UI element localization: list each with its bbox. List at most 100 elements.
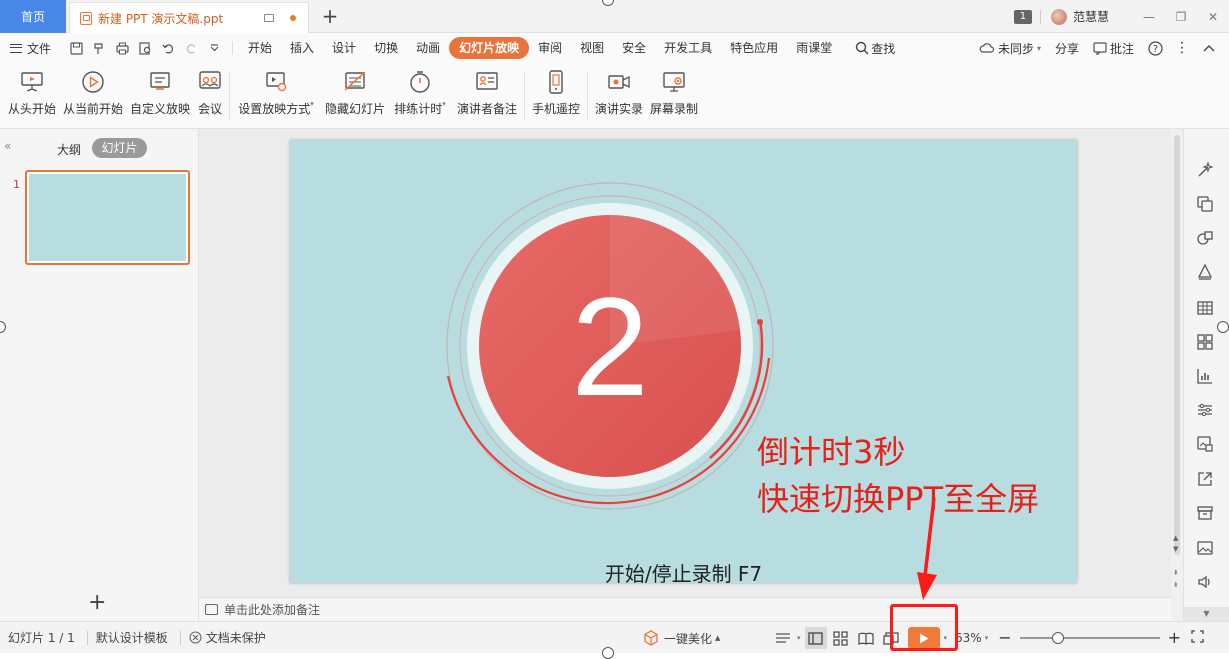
undo-icon[interactable] bbox=[162, 42, 175, 55]
minimize-button[interactable]: — bbox=[1133, 10, 1165, 24]
picture-icon[interactable] bbox=[1196, 539, 1214, 557]
tab-document[interactable]: 新建 PPT 演示文稿.ppt bbox=[69, 2, 309, 33]
chevron-down-icon[interactable]: ▾ bbox=[985, 634, 989, 642]
print-icon[interactable] bbox=[116, 42, 129, 55]
zoom-slider[interactable] bbox=[1019, 632, 1160, 644]
avatar[interactable] bbox=[1050, 8, 1067, 25]
design-template[interactable]: 默认设计模板 bbox=[96, 629, 168, 646]
monitor-icon[interactable] bbox=[264, 14, 274, 22]
notes-pane[interactable]: 单击此处添加备注 bbox=[199, 597, 1171, 621]
shield-x-icon bbox=[189, 631, 202, 644]
chart-icon[interactable] bbox=[1196, 367, 1214, 385]
window-count-badge[interactable]: 1 bbox=[1013, 9, 1032, 24]
protection-status[interactable]: 文档未保护 bbox=[189, 629, 266, 646]
menu-insert[interactable]: 插入 bbox=[281, 37, 323, 59]
projector-icon bbox=[21, 72, 43, 92]
slideshow-settings-button[interactable]: 设置放映方式▾ bbox=[236, 67, 316, 123]
fill-icon[interactable] bbox=[1196, 263, 1214, 281]
collapse-panel-icon[interactable]: « bbox=[4, 139, 11, 153]
sync-status[interactable]: 未同步 ▾ bbox=[979, 40, 1041, 57]
sidebar-expand-icon[interactable]: ▼ bbox=[1184, 607, 1229, 621]
format-painter-icon[interactable] bbox=[93, 42, 106, 55]
phone-remote-button[interactable]: 手机遥控 bbox=[531, 67, 581, 123]
menu-review[interactable]: 审阅 bbox=[529, 37, 571, 59]
user-name[interactable]: 范慧慧 bbox=[1073, 8, 1109, 25]
scroll-down-arrow-icon[interactable]: ▼ bbox=[1173, 545, 1178, 553]
slide-thumbnail-preview bbox=[29, 174, 186, 261]
speaker-notes-button[interactable]: 演讲者备注 bbox=[456, 67, 518, 123]
screen-record-button[interactable]: 屏幕录制 bbox=[649, 67, 699, 123]
slide-sorter-icon[interactable] bbox=[830, 627, 852, 649]
slide-panel: « 大纲 幻灯片 1 + bbox=[0, 129, 199, 621]
menu-design[interactable]: 设计 bbox=[323, 37, 365, 59]
copy-layout-icon[interactable] bbox=[1196, 195, 1214, 213]
menu-security[interactable]: 安全 bbox=[613, 37, 655, 59]
more-icon[interactable]: ⋮ bbox=[1175, 40, 1189, 56]
normal-view-icon[interactable] bbox=[804, 627, 827, 649]
comment-icon bbox=[1093, 41, 1107, 55]
image-gallery-icon[interactable] bbox=[1196, 435, 1214, 453]
resize-handle-right[interactable] bbox=[1217, 321, 1229, 333]
magic-wand-icon[interactable] bbox=[1196, 161, 1214, 179]
chevron-down-icon[interactable]: ▾ bbox=[797, 634, 801, 642]
menu-developer[interactable]: 开发工具 bbox=[655, 37, 721, 59]
zoom-level[interactable]: 63% bbox=[955, 631, 982, 645]
redo-icon[interactable] bbox=[185, 42, 198, 55]
tab-home[interactable]: 首页 bbox=[0, 0, 66, 33]
archive-icon[interactable] bbox=[1196, 504, 1214, 522]
zoom-out-button[interactable]: − bbox=[998, 630, 1011, 646]
sliders-icon[interactable] bbox=[1196, 401, 1214, 419]
rehearse-timing-button[interactable]: 排练计时▾ bbox=[392, 67, 448, 123]
menu-view[interactable]: 视图 bbox=[571, 37, 613, 59]
page-down-icon[interactable]: ⇟ bbox=[1173, 581, 1179, 589]
collapse-ribbon-icon[interactable] bbox=[1203, 44, 1215, 52]
custom-show-button[interactable]: 自定义放映 bbox=[130, 67, 190, 123]
speech-record-button[interactable]: 演讲实录 bbox=[594, 67, 644, 123]
shapes-icon[interactable] bbox=[1196, 229, 1214, 247]
divider bbox=[86, 630, 88, 645]
help-icon[interactable]: ? bbox=[1148, 40, 1163, 56]
fit-window-icon[interactable] bbox=[1191, 630, 1204, 646]
customize-quick-access-icon[interactable] bbox=[208, 42, 221, 55]
slide-thumbnail[interactable] bbox=[25, 170, 190, 265]
file-menu[interactable]: 文件 bbox=[10, 40, 51, 57]
hide-slide-button[interactable]: 隐藏幻灯片 bbox=[325, 67, 385, 123]
zoom-slider-knob[interactable] bbox=[1051, 632, 1064, 644]
menu-slideshow[interactable]: 幻灯片放映 bbox=[449, 37, 530, 59]
video-record-icon bbox=[608, 75, 630, 89]
meeting-button[interactable]: 会议 bbox=[196, 67, 224, 123]
audio-icon[interactable] bbox=[1196, 573, 1214, 591]
grid-apps-icon[interactable] bbox=[1196, 333, 1214, 351]
comment-button[interactable]: 批注 bbox=[1093, 40, 1134, 57]
save-icon[interactable] bbox=[70, 41, 83, 55]
share-export-icon[interactable] bbox=[1196, 470, 1214, 488]
tab-outline[interactable]: 大纲 bbox=[57, 141, 81, 158]
vertical-scrollbar[interactable]: ▲ ▼ ⇞ ⇟ bbox=[1171, 129, 1183, 621]
menu-transitions[interactable]: 切换 bbox=[365, 37, 407, 59]
search-button[interactable]: 查找 bbox=[855, 40, 895, 57]
scroll-up-arrow-icon[interactable]: ▲ bbox=[1173, 534, 1178, 542]
notes-toggle-icon[interactable] bbox=[772, 627, 794, 649]
share-button[interactable]: 分享 bbox=[1055, 40, 1079, 57]
inner-ring-dot bbox=[757, 319, 763, 325]
menu-rain-classroom[interactable]: 雨课堂 bbox=[787, 37, 841, 59]
menu-animations[interactable]: 动画 bbox=[407, 37, 449, 59]
add-slide-button[interactable]: + bbox=[88, 592, 106, 614]
page-up-icon[interactable]: ⇞ bbox=[1173, 569, 1179, 577]
zoom-in-button[interactable]: + bbox=[1168, 630, 1181, 646]
menu-home[interactable]: 开始 bbox=[239, 37, 281, 59]
from-current-button[interactable]: 从当前开始 bbox=[63, 67, 123, 123]
menu-special-apps[interactable]: 特色应用 bbox=[721, 37, 787, 59]
close-button[interactable]: ✕ bbox=[1197, 10, 1229, 24]
print-preview-icon[interactable] bbox=[139, 41, 152, 55]
from-beginning-button[interactable]: 从头开始 bbox=[6, 67, 58, 123]
resize-handle-bottom[interactable] bbox=[602, 647, 614, 659]
restore-button[interactable]: ❐ bbox=[1165, 10, 1197, 24]
table-icon[interactable] bbox=[1196, 299, 1214, 317]
svg-text:?: ? bbox=[1153, 44, 1158, 55]
beautify-button[interactable]: 一键美化 ▲ bbox=[643, 622, 720, 654]
tab-slides[interactable]: 幻灯片 bbox=[92, 138, 147, 158]
new-tab-button[interactable]: + bbox=[318, 4, 342, 28]
scrollbar-thumb[interactable] bbox=[1174, 135, 1180, 555]
reading-view-icon[interactable] bbox=[855, 627, 877, 649]
